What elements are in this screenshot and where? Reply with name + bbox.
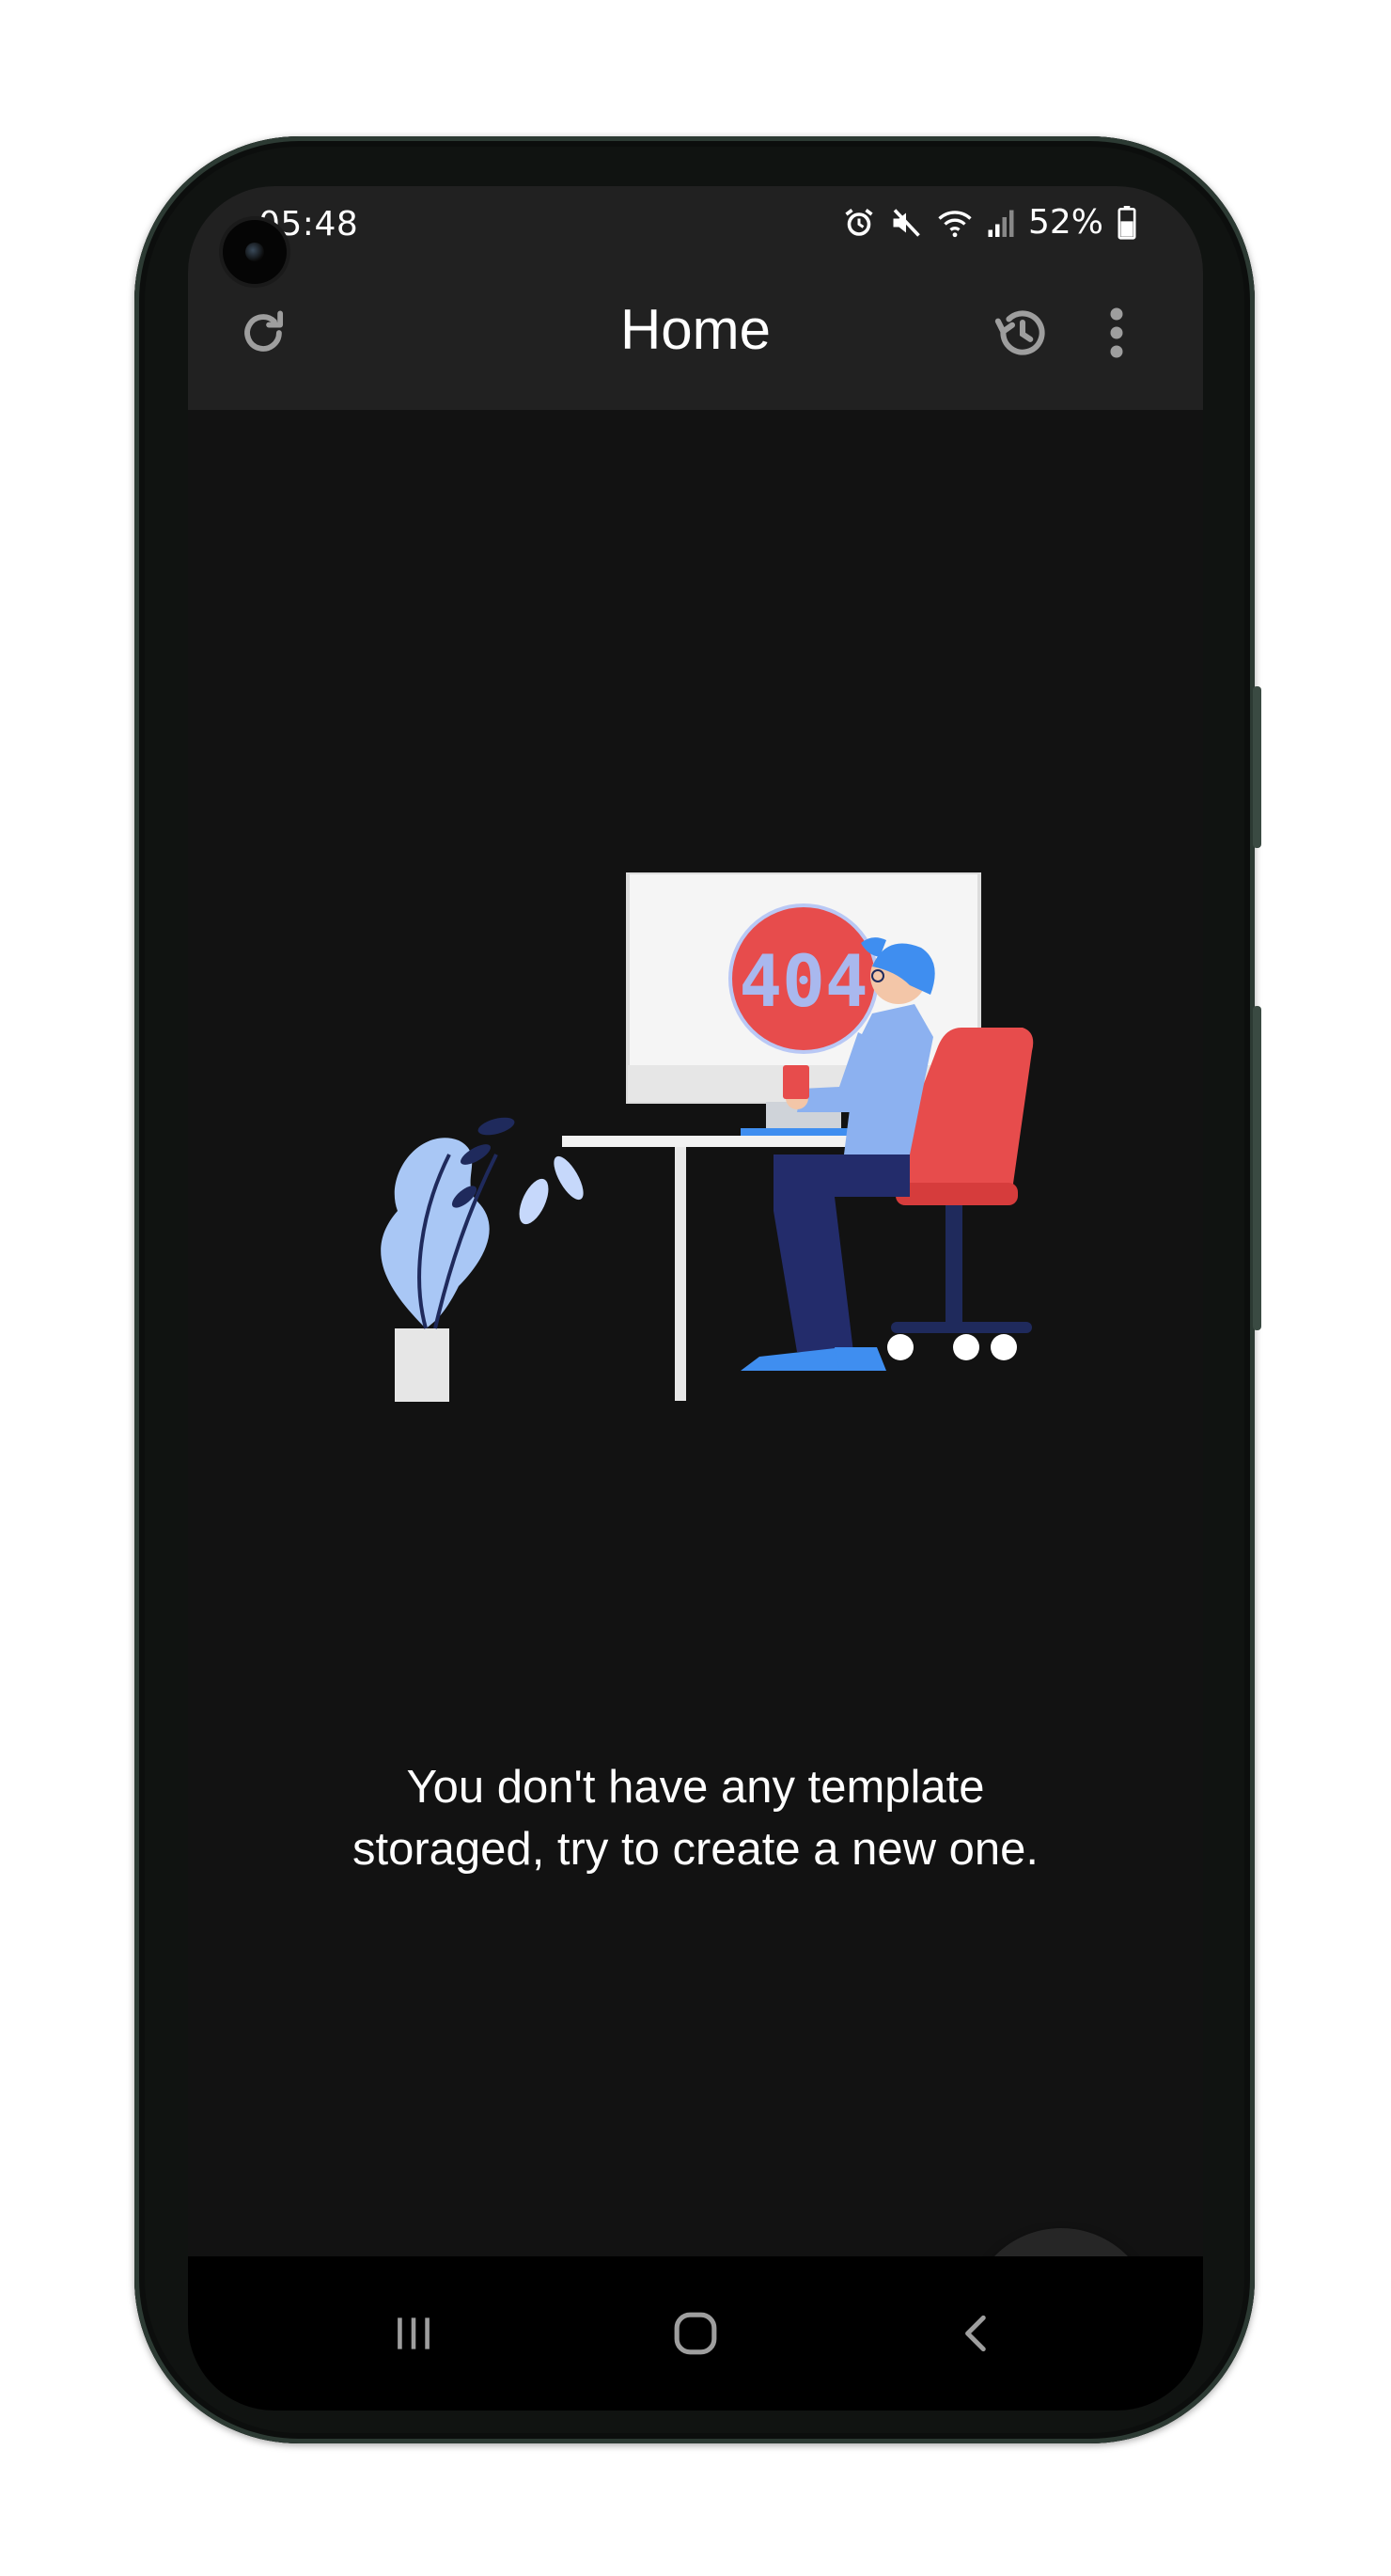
screen: 05:48 52% Home 404 You don't have any te…	[188, 186, 1203, 2411]
illustration-404-text: 404	[739, 939, 867, 1023]
home-button[interactable]	[649, 2294, 742, 2373]
back-icon	[965, 2315, 986, 2352]
empty-state-illustration: 404	[381, 872, 1034, 1402]
alarm-icon	[842, 206, 876, 240]
history-button[interactable]	[985, 295, 1060, 370]
mute-icon	[889, 206, 923, 240]
front-camera	[223, 220, 287, 284]
recents-button[interactable]	[367, 2294, 461, 2373]
power-button	[1253, 1006, 1261, 1330]
wifi-icon	[936, 206, 974, 240]
home-icon	[674, 2312, 717, 2355]
empty-state-message: You don't have any template storaged, tr…	[352, 1762, 1039, 1875]
signal-icon	[987, 206, 1015, 240]
history-icon	[994, 310, 1045, 355]
volume-button	[1253, 686, 1261, 848]
status-bar: 05:48 52%	[188, 186, 1203, 263]
main-content: 404 You don't have any template storaged…	[188, 410, 1203, 2411]
more-options-button[interactable]	[1088, 295, 1145, 370]
navigation-bar	[188, 2256, 1203, 2411]
battery-icon	[1117, 205, 1137, 240]
battery-percent: 52%	[1027, 203, 1103, 242]
app-bar: Home	[188, 263, 1203, 410]
more-vert-icon	[1110, 307, 1123, 358]
recents-icon	[398, 2317, 430, 2349]
status-icons: 52%	[842, 203, 1137, 242]
back-button[interactable]	[930, 2294, 1024, 2373]
